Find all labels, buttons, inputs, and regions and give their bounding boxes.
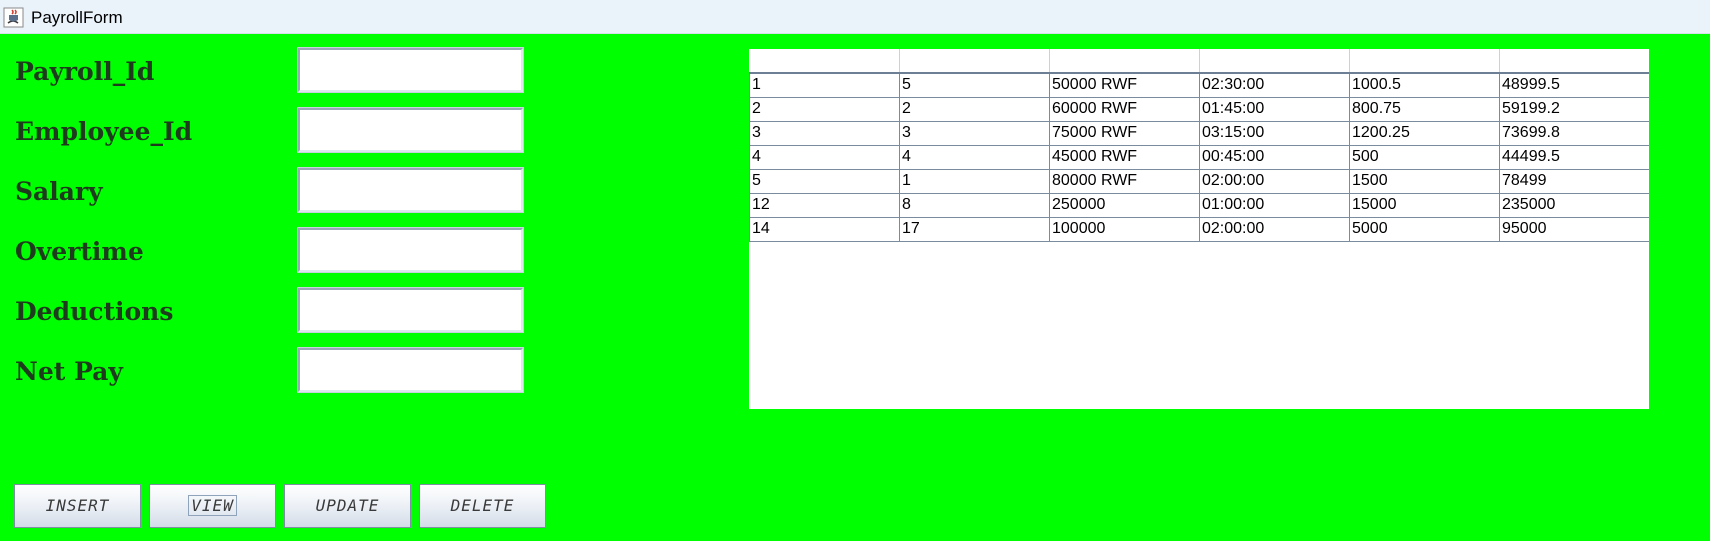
table-cell[interactable]: 5000 bbox=[1349, 216, 1500, 242]
table-cell[interactable]: 1000.5 bbox=[1349, 72, 1500, 98]
table-cell[interactable]: 45000 RWF bbox=[1049, 144, 1200, 170]
employee-id-input[interactable] bbox=[297, 107, 524, 153]
table-row[interactable]: 12 8 250000 01:00:00 15000 235000 bbox=[749, 192, 1649, 218]
table-cell[interactable]: 95000 bbox=[1499, 216, 1649, 242]
table-cell[interactable]: 50000 RWF bbox=[1049, 72, 1200, 98]
table-cell[interactable]: 1 bbox=[899, 168, 1050, 194]
table-cell[interactable]: 235000 bbox=[1499, 192, 1649, 218]
column-header[interactable] bbox=[1199, 49, 1350, 74]
salary-input[interactable] bbox=[297, 167, 524, 213]
label-employee-id: Employee_Id bbox=[15, 117, 193, 146]
column-header[interactable] bbox=[899, 49, 1050, 74]
column-header[interactable] bbox=[1499, 49, 1649, 74]
insert-button[interactable]: INSERT bbox=[14, 484, 141, 528]
table-cell[interactable]: 500 bbox=[1349, 144, 1500, 170]
payroll-table-panel[interactable]: 1 5 50000 RWF 02:30:00 1000.5 48999.5 2 … bbox=[749, 49, 1649, 409]
table-cell[interactable]: 15000 bbox=[1349, 192, 1500, 218]
view-button[interactable]: VIEW bbox=[149, 484, 276, 528]
delete-button[interactable]: DELETE bbox=[419, 484, 546, 528]
overtime-input[interactable] bbox=[297, 227, 524, 273]
deductions-input[interactable] bbox=[297, 287, 524, 333]
table-cell[interactable]: 3 bbox=[899, 120, 1050, 146]
table-row[interactable]: 2 2 60000 RWF 01:45:00 800.75 59199.2 bbox=[749, 96, 1649, 122]
table-cell[interactable]: 60000 RWF bbox=[1049, 96, 1200, 122]
payroll-id-input[interactable] bbox=[297, 47, 524, 93]
title-bar: PayrollForm bbox=[0, 0, 1710, 34]
table-cell[interactable]: 00:45:00 bbox=[1199, 144, 1350, 170]
table-cell[interactable]: 250000 bbox=[1049, 192, 1200, 218]
window-title: PayrollForm bbox=[31, 8, 123, 27]
table-cell[interactable]: 2 bbox=[899, 96, 1050, 122]
table-cell[interactable]: 12 bbox=[749, 192, 900, 218]
table-cell[interactable]: 1 bbox=[749, 72, 900, 98]
table-cell[interactable]: 3 bbox=[749, 120, 900, 146]
table-row[interactable]: 4 4 45000 RWF 00:45:00 500 44499.5 bbox=[749, 144, 1649, 170]
table-cell[interactable]: 78499 bbox=[1499, 168, 1649, 194]
table-row[interactable]: 5 1 80000 RWF 02:00:00 1500 78499 bbox=[749, 168, 1649, 194]
table-cell[interactable]: 5 bbox=[899, 72, 1050, 98]
table-cell[interactable]: 100000 bbox=[1049, 216, 1200, 242]
table-cell[interactable]: 44499.5 bbox=[1499, 144, 1649, 170]
net-pay-input[interactable] bbox=[297, 347, 524, 393]
label-overtime: Overtime bbox=[15, 237, 144, 266]
table-cell[interactable]: 1500 bbox=[1349, 168, 1500, 194]
view-button-label: VIEW bbox=[188, 495, 237, 516]
table-cell[interactable]: 1200.25 bbox=[1349, 120, 1500, 146]
table-cell[interactable]: 17 bbox=[899, 216, 1050, 242]
column-header[interactable] bbox=[749, 49, 900, 74]
table-cell[interactable]: 80000 RWF bbox=[1049, 168, 1200, 194]
table-cell[interactable]: 800.75 bbox=[1349, 96, 1500, 122]
table-cell[interactable]: 4 bbox=[749, 144, 900, 170]
column-header[interactable] bbox=[1049, 49, 1200, 74]
table-row[interactable]: 3 3 75000 RWF 03:15:00 1200.25 73699.8 bbox=[749, 120, 1649, 146]
label-deductions: Deductions bbox=[15, 297, 174, 326]
table-cell[interactable]: 03:15:00 bbox=[1199, 120, 1350, 146]
table-row[interactable]: 14 17 100000 02:00:00 5000 95000 bbox=[749, 216, 1649, 242]
table-cell[interactable]: 59199.2 bbox=[1499, 96, 1649, 122]
table-cell[interactable]: 01:45:00 bbox=[1199, 96, 1350, 122]
table-cell[interactable]: 73699.8 bbox=[1499, 120, 1649, 146]
table-cell[interactable]: 01:00:00 bbox=[1199, 192, 1350, 218]
table-cell[interactable]: 48999.5 bbox=[1499, 72, 1649, 98]
table-row[interactable]: 1 5 50000 RWF 02:30:00 1000.5 48999.5 bbox=[749, 72, 1649, 98]
payroll-table[interactable]: 1 5 50000 RWF 02:30:00 1000.5 48999.5 2 … bbox=[749, 49, 1649, 242]
table-cell[interactable]: 4 bbox=[899, 144, 1050, 170]
java-app-icon bbox=[3, 7, 24, 28]
label-payroll-id: Payroll_Id bbox=[15, 57, 155, 86]
label-net-pay: Net Pay bbox=[15, 357, 123, 386]
update-button[interactable]: UPDATE bbox=[284, 484, 411, 528]
table-cell[interactable]: 8 bbox=[899, 192, 1050, 218]
table-cell[interactable]: 14 bbox=[749, 216, 900, 242]
table-cell[interactable]: 2 bbox=[749, 96, 900, 122]
table-header-row bbox=[749, 49, 1649, 74]
table-cell[interactable]: 75000 RWF bbox=[1049, 120, 1200, 146]
table-cell[interactable]: 02:00:00 bbox=[1199, 216, 1350, 242]
column-header[interactable] bbox=[1349, 49, 1500, 74]
table-cell[interactable]: 02:00:00 bbox=[1199, 168, 1350, 194]
table-cell[interactable]: 5 bbox=[749, 168, 900, 194]
label-salary: Salary bbox=[15, 177, 103, 206]
table-cell[interactable]: 02:30:00 bbox=[1199, 72, 1350, 98]
